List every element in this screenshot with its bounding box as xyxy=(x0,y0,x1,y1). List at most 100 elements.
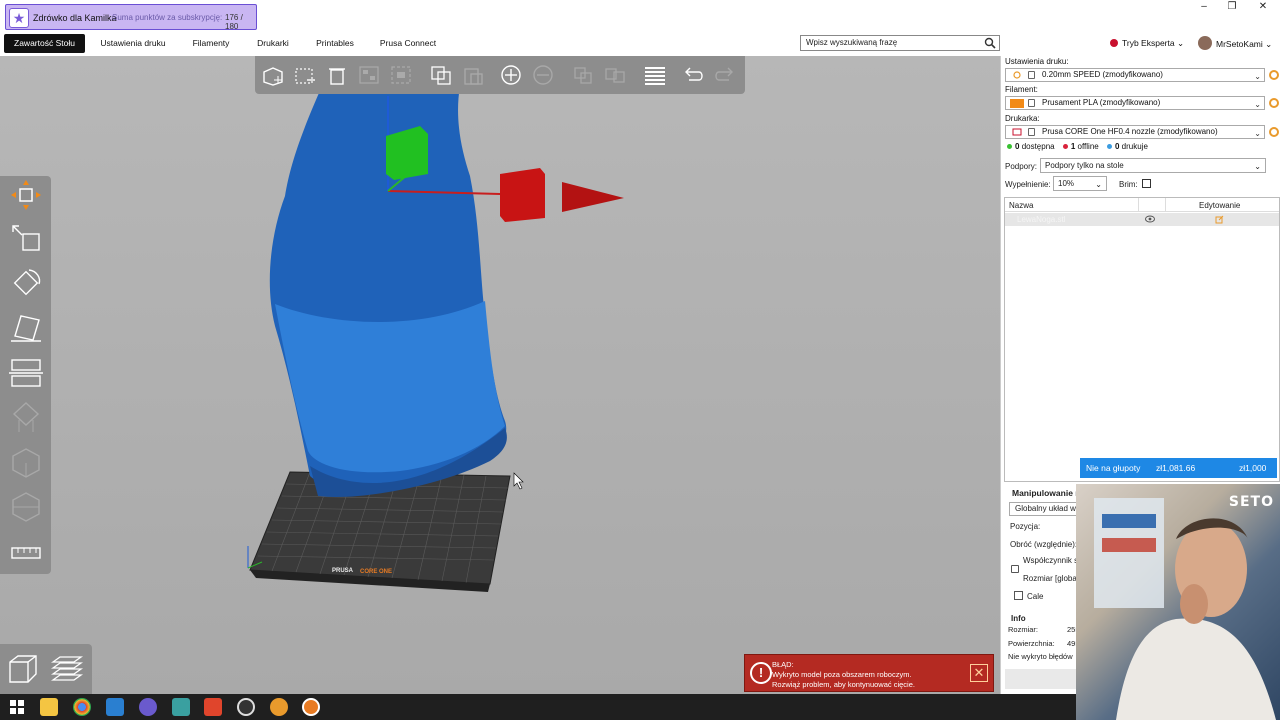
remove-instance-icon[interactable] xyxy=(531,64,555,86)
tab-filaments[interactable]: Filamenty xyxy=(182,34,240,53)
chrome-icon[interactable] xyxy=(73,698,91,716)
gear-icon xyxy=(1013,71,1021,79)
layers-icon[interactable] xyxy=(643,64,667,86)
webcam-overlay: SETO xyxy=(1076,484,1280,720)
error-notification: ! BŁĄD: Wykryto model poza obszarem robo… xyxy=(744,654,994,692)
close-icon[interactable]: ✕ xyxy=(970,664,988,682)
edit-icon[interactable] xyxy=(1215,215,1224,224)
supports-select[interactable]: Podpory tylko na stole ⌄ xyxy=(1040,158,1266,173)
info-surface-label: Powierzchnia: xyxy=(1008,639,1055,648)
inches-checkbox[interactable] xyxy=(1014,591,1023,600)
info-errors-label: Nie wykryto błędów xyxy=(1008,652,1073,661)
discord-icon[interactable] xyxy=(139,698,157,716)
move-icon[interactable] xyxy=(9,178,43,212)
add-icon[interactable] xyxy=(261,64,285,86)
title-bar: ★ Zdrówko dla Kamilka Suma punktów za su… xyxy=(0,0,1280,32)
mode-selector[interactable]: Tryb Eksperta ⌄ xyxy=(1110,38,1184,49)
lock-icon xyxy=(1028,128,1035,136)
brim-checkbox[interactable] xyxy=(1142,179,1151,188)
mmu-paint-icon[interactable] xyxy=(9,490,43,524)
add-instance-icon[interactable] xyxy=(499,64,523,86)
list-item[interactable]: LewaNoga.stl xyxy=(1005,213,1279,226)
bed-brand: PRUSA xyxy=(332,568,354,574)
place-on-face-icon[interactable] xyxy=(9,310,43,344)
overlay-subscription-label: Suma punktów za subskrypcję: xyxy=(112,13,223,22)
split-objects-icon[interactable] xyxy=(571,64,595,86)
left-toolbar xyxy=(0,176,51,574)
tab-prusa-connect[interactable]: Prusa Connect xyxy=(372,34,444,53)
info-title: Info xyxy=(1011,614,1026,623)
print-settings-gear-icon[interactable] xyxy=(1269,70,1279,80)
tab-plater[interactable]: Zawartość Stołu xyxy=(4,34,85,53)
gizmo-x-arrow[interactable] xyxy=(562,182,624,212)
arrange-selection-icon[interactable] xyxy=(389,64,413,86)
inches-label: Cale xyxy=(1027,592,1044,601)
printing-count: 0 xyxy=(1114,142,1120,151)
seam-paint-icon[interactable] xyxy=(9,446,43,480)
chevron-down-icon: ⌄ xyxy=(1254,100,1261,109)
rotate-icon[interactable] xyxy=(9,266,43,300)
delete-all-icon[interactable] xyxy=(325,64,349,86)
tab-print-settings[interactable]: Ustawienia druku xyxy=(92,34,174,53)
tab-printers[interactable]: Drukarki xyxy=(248,34,298,53)
donation-goal-bar: Nie na głupoty zł1,081.66 zł1,000 xyxy=(1080,458,1277,478)
donation-goal: zł1,000 xyxy=(1239,463,1267,473)
3d-view-icon[interactable] xyxy=(6,652,40,686)
3d-viewport[interactable]: PRUSA CORE ONE ! BŁĄD: Wykryto model poz… xyxy=(0,56,1000,694)
file-explorer-icon[interactable] xyxy=(40,698,58,716)
windows-start-icon[interactable] xyxy=(8,698,26,716)
user-name: MrSetoKami xyxy=(1216,39,1263,49)
maximize-button[interactable]: ❐ xyxy=(1216,0,1248,14)
print-profile-select[interactable]: 0.20mm SPEED (zmodyfikowano) ⌄ xyxy=(1005,68,1265,82)
app-icon[interactable] xyxy=(172,698,190,716)
object-name: LewaNoga.stl xyxy=(1017,215,1066,224)
taskbar xyxy=(0,694,1076,720)
rotate-label: Obróć (względnie): xyxy=(1010,540,1078,549)
app-icon[interactable] xyxy=(106,698,124,716)
column-separator xyxy=(1165,198,1166,212)
printer-profile-select[interactable]: Prusa CORE One HF0.4 nozzle (zmodyfikowa… xyxy=(1005,125,1265,139)
obs-icon[interactable] xyxy=(237,698,255,716)
chevron-down-icon: ⌄ xyxy=(1254,162,1261,171)
cut-icon[interactable] xyxy=(9,356,43,390)
column-edit: Edytowanie xyxy=(1199,201,1241,210)
filament-gear-icon[interactable] xyxy=(1269,98,1279,108)
printer-gear-icon[interactable] xyxy=(1269,127,1279,137)
donation-goal-label: Nie na głupoty xyxy=(1086,463,1141,473)
filament-profile-select[interactable]: Prusament PLA (zmodyfikowano) ⌄ xyxy=(1005,96,1265,110)
lock-icon xyxy=(1028,99,1035,107)
infill-select[interactable]: 10% ⌄ xyxy=(1053,176,1107,191)
filament-label: Filament: xyxy=(1005,85,1038,94)
delete-icon[interactable] xyxy=(293,64,317,86)
paste-icon[interactable] xyxy=(461,64,485,86)
star-icon: ★ xyxy=(9,8,29,28)
search-input[interactable]: Wpisz wyszukiwaną frazę xyxy=(800,35,1000,51)
gizmo-x-handle[interactable] xyxy=(500,168,545,222)
slice-button[interactable] xyxy=(1005,669,1081,689)
manipulation-title: Manipulowanie m xyxy=(1012,488,1083,498)
undo-icon[interactable] xyxy=(681,64,705,86)
scale-icon[interactable] xyxy=(9,222,43,256)
app-icon[interactable] xyxy=(270,698,288,716)
search-icon[interactable] xyxy=(984,37,996,49)
close-window-button[interactable]: ✕ xyxy=(1247,0,1279,14)
prusaslicer-icon[interactable] xyxy=(302,698,320,716)
available-count: 0 xyxy=(1015,142,1020,151)
eye-icon[interactable] xyxy=(1145,215,1155,223)
copy-icon[interactable] xyxy=(429,64,453,86)
redo-icon[interactable] xyxy=(713,64,737,86)
lock-icon[interactable] xyxy=(1011,565,1019,573)
split-parts-icon[interactable] xyxy=(603,64,627,86)
mode-label: Tryb Eksperta xyxy=(1122,38,1175,48)
preview-icon[interactable] xyxy=(50,652,84,686)
webcam-watermark: SETO xyxy=(1228,494,1274,510)
arrange-icon[interactable] xyxy=(357,64,381,86)
user-menu[interactable]: MrSetoKami ⌄ xyxy=(1198,36,1272,50)
tab-printables[interactable]: Printables xyxy=(306,34,364,53)
available-label: dostępna xyxy=(1021,142,1055,151)
info-size-label: Rozmiar: xyxy=(1008,625,1039,634)
avatar xyxy=(1198,36,1212,50)
support-paint-icon[interactable] xyxy=(9,400,43,434)
brave-icon[interactable] xyxy=(204,698,222,716)
measure-icon[interactable] xyxy=(9,536,43,570)
